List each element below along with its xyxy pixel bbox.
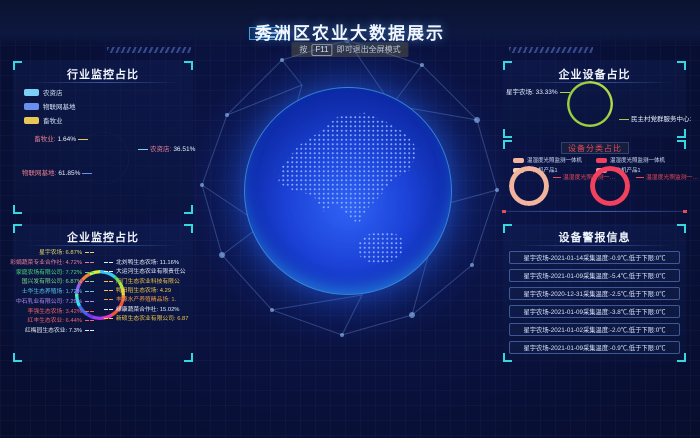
legend-swatch (596, 158, 607, 163)
chart-label: 鸭田稻生态农场: 4.29 (109, 289, 171, 295)
chart-label: 李强生态农场: 3.42% (28, 310, 89, 316)
chart-label-right: 民主村党群服务中心: (617, 113, 691, 123)
title-underline (516, 245, 673, 246)
alarm-row: 星宇农场-2021-01-14采集温度:-0.9℃,低于下限:0℃ (509, 251, 680, 264)
device-class-title: 设备分类占比 (561, 142, 629, 154)
legend-item[interactable]: 温湿度光照监测一体机 (596, 156, 665, 164)
divider-tick (502, 210, 506, 213)
chart-label-left: 星宇农场: 33.33% (506, 86, 563, 96)
chart-label: 彩娟蔬菜专业合作社: 4.72% (10, 261, 89, 267)
legend-label: 农资店 (43, 87, 63, 97)
legend-item[interactable]: 物联网基地 (24, 101, 76, 111)
chart-label: 新硕生态农业有限公司: 6.87 (109, 317, 188, 323)
title-underline (26, 82, 181, 83)
equipment-panel: 企业设备占比 星宇农场: 33.33% 民主村党群服务中心: (503, 61, 686, 138)
globe (244, 87, 452, 295)
industry-panel: 行业监控占比 农资店 物联网基地 畜牧业 畜牧业:1.64% 农资店:36.51… (13, 61, 193, 214)
chart-label: 绿康蔬菜合作社: 15.02% (109, 308, 179, 314)
globe-continent-small (358, 232, 403, 263)
title-underline (26, 245, 181, 246)
legend-swatch (24, 89, 39, 96)
header-hatch-right (509, 47, 593, 53)
legend-swatch (24, 117, 39, 124)
chart-label: 大运河生态农业有限责任公 (109, 270, 186, 276)
chart-label: 士华生态养殖场: 1.72% (22, 290, 89, 296)
legend-item[interactable]: 温湿度光照监测一体机 (513, 156, 582, 164)
chart-label: 家庭农场有限公司: 7.72% (16, 271, 89, 277)
chart-label: 阳门生态农业科技有限公 (109, 280, 180, 286)
industry-panel-title: 行业监控占比 (13, 66, 193, 82)
chart-label: 中石乳业有限公司: 7.29% (16, 300, 89, 306)
alarm-panel-title: 设备警报信息 (503, 229, 686, 245)
section-divider (503, 211, 686, 212)
enterprise-panel: 企业监控占比 星宇农场: 6.87% 彩娟蔬菜专业合作社: 4.72% 家庭农场… (13, 224, 193, 362)
chart-label-store: 农资店:36.51% (136, 143, 195, 153)
legend-item[interactable]: 农资店 (24, 87, 76, 97)
chart-label: 红丰生态农业: 6.44% (28, 319, 89, 325)
globe-continent (245, 88, 451, 294)
chart-label: 星宇农场: 6.87% (39, 251, 89, 257)
chart-label: 丰源水产养殖精品场: 1. (109, 298, 176, 304)
equipment-panel-title: 企业设备占比 (503, 66, 686, 82)
enterprise-right-labels: 北刘鸭生态农场: 11.16% 大运河生态农业有限责任公 阳门生态农业科技有限公… (109, 261, 193, 323)
divider-tick (683, 210, 687, 213)
chart-label: 国兴发有限公司: 6.87% (22, 280, 89, 286)
dashboard: 秀洲区农业大数据展示 按F11即可退出全屏模式 行业监控占比 农资店 物联网基地… (0, 0, 700, 438)
chart-label-husbandry: 畜牧业:1.64% (18, 133, 90, 143)
alarm-row: 星宇农场-2020-12-31采集温度:-2.5℃,低于下限:0℃ (509, 287, 680, 300)
enterprise-left-labels: 星宇农场: 6.87% 彩娟蔬菜专业合作社: 4.72% 家庭农场有限公司: 7… (17, 251, 89, 335)
chart-label: 北刘鸭生态农场: 11.16% (109, 261, 179, 267)
header-bar: 秀洲区农业大数据展示 (0, 0, 700, 46)
legend-label: 温湿度光照监测一体机 (527, 156, 582, 164)
alarm-row: 星宇农场-2021-01-09采集温度:-5.4℃,低于下限:0℃ (509, 269, 680, 282)
legend-swatch (513, 158, 524, 163)
chart-label-iot: 物联网基地:61.85% (22, 167, 94, 177)
device-class-right-callout: 温湿度光照监测一… (636, 172, 698, 181)
alarm-row: 星宇农场-2021-01-09采集温度:-0.9℃,低于下限:0℃ (509, 341, 680, 354)
legend-label: 温湿度光照监测一体机 (610, 156, 665, 164)
legend-swatch (24, 103, 39, 110)
header-hatch-left (107, 47, 191, 53)
legend-item[interactable]: 畜牧业 (24, 115, 76, 125)
device-class-right-donut[interactable] (590, 166, 630, 206)
legend-label: 畜牧业 (43, 115, 63, 125)
alarm-panel: 设备警报信息 星宇农场-2021-01-14采集温度:-0.9℃,低于下限:0℃… (503, 224, 686, 362)
alarm-row: 星宇农场-2021-01-02采集温度:-2.0℃,低于下限:0℃ (509, 323, 680, 336)
device-class-left-donut[interactable] (509, 166, 549, 206)
alarm-row: 星宇农场-2021-01-09采集温度:-3.8℃,低于下限:0℃ (509, 305, 680, 318)
enterprise-panel-title: 企业监控占比 (13, 229, 193, 245)
equipment-donut-chart[interactable] (567, 81, 613, 127)
industry-legend: 农资店 物联网基地 畜牧业 (24, 87, 76, 129)
page-title: 秀洲区农业大数据展示 (0, 19, 700, 44)
chart-label: 红梅园生态农业: 7.3% (25, 329, 89, 335)
device-class-section: 设备分类占比 温湿度光照监测一体机 一体机产品1 温湿度光照监测一… 温湿度光照… (503, 140, 686, 212)
legend-label: 物联网基地 (43, 101, 76, 111)
